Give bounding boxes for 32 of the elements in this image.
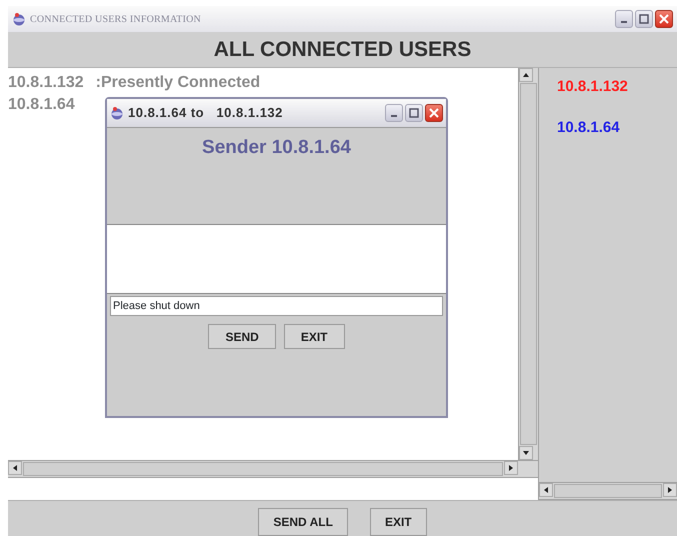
maximize-icon	[639, 14, 649, 24]
app-icon	[12, 12, 26, 26]
status-text: :Presently Connected	[96, 73, 260, 93]
scroll-right-button[interactable]	[663, 483, 677, 497]
sender-heading: Sender 10.8.1.64	[202, 137, 351, 158]
scroll-left-button[interactable]	[8, 461, 22, 475]
minimize-button[interactable]	[385, 104, 403, 122]
scroll-right-button[interactable]	[504, 461, 518, 475]
exit-button[interactable]: EXIT	[284, 324, 344, 349]
scroll-down-button[interactable]	[519, 446, 533, 460]
maximize-icon	[409, 108, 419, 118]
message-area[interactable]	[107, 224, 446, 294]
ip-address: 10.8.1.132	[8, 73, 84, 93]
scroll-left-button[interactable]	[539, 483, 553, 497]
maximize-button[interactable]	[635, 10, 653, 28]
minimize-button[interactable]	[615, 10, 633, 28]
maximize-button[interactable]	[405, 104, 423, 122]
close-button[interactable]	[655, 10, 673, 28]
heading: ALL CONNECTED USERS	[214, 36, 472, 63]
close-icon	[659, 14, 669, 24]
send-button[interactable]: SEND	[208, 324, 276, 349]
ip-address: 10.8.1.64	[8, 95, 75, 115]
message-field[interactable]: Please shut down	[110, 296, 443, 316]
user-ip[interactable]: 10.8.1.64	[557, 116, 677, 139]
exit-button[interactable]: EXIT	[370, 508, 427, 536]
scroll-up-button[interactable]	[519, 68, 533, 82]
send-all-button[interactable]: SEND ALL	[258, 508, 348, 536]
dialog-title: 10.8.1.64 to 10.8.1.132	[128, 104, 283, 122]
close-icon	[429, 108, 439, 118]
app-icon	[110, 106, 124, 120]
close-button[interactable]	[425, 104, 443, 122]
window-title: CONNECTED USERS INFORMATION	[30, 12, 201, 26]
